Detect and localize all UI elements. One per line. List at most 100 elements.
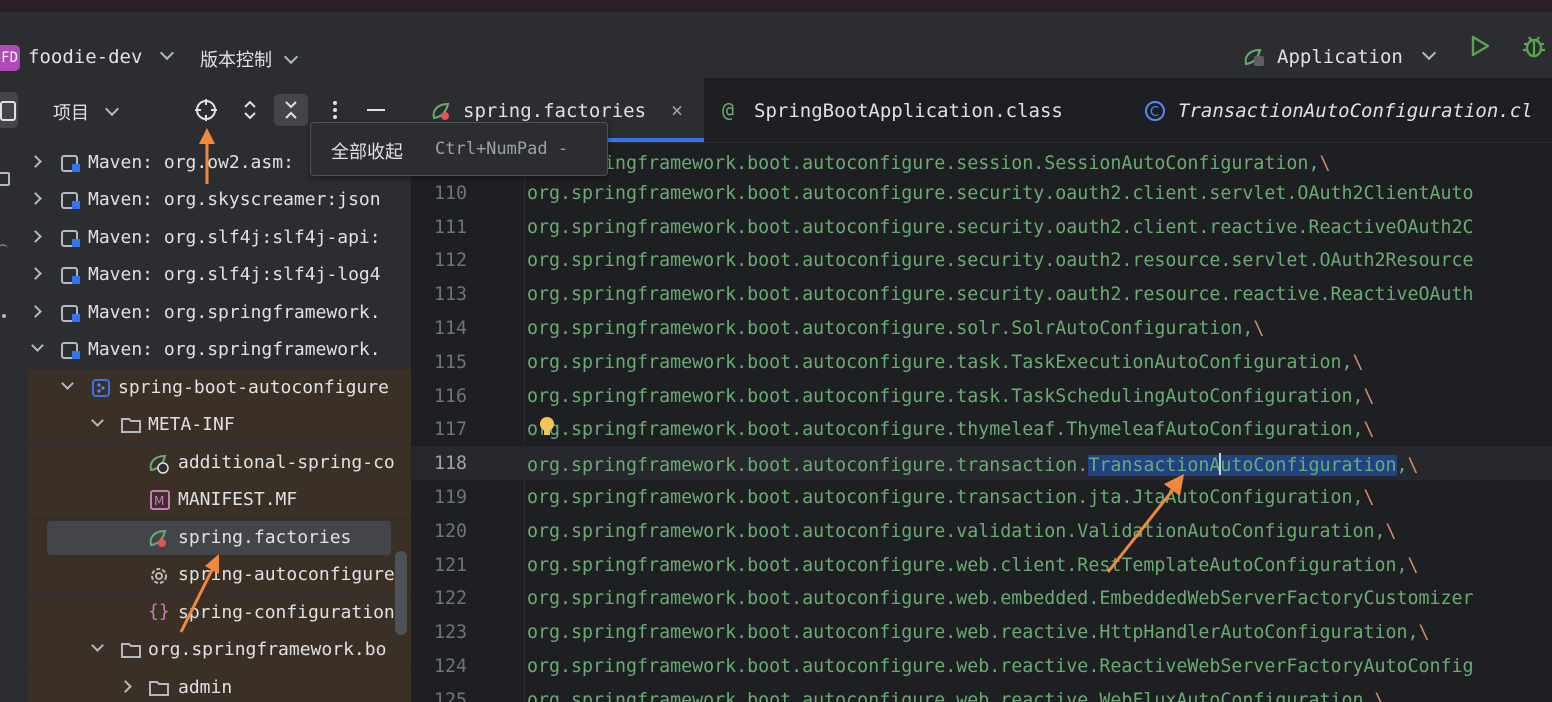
vcs-label: 版本控制 [200,50,272,71]
code-line[interactable]: 117 org.springframework.boot.autoconfigur… [411,412,1552,446]
code-line[interactable]: 118 org.springframework.boot.autoconfigur… [411,446,1552,481]
run-icon[interactable] [1468,34,1492,58]
library-icon [61,228,81,248]
project-badge[interactable]: FD [0,45,20,71]
tree-item-admin[interactable]: admin [28,670,411,702]
code-line[interactable]: 115 org.springframework.boot.autoconfigur… [411,345,1552,379]
tree-item-spring-boot-autoconfigure[interactable]: spring-boot-autoconfigure [28,370,411,407]
project-switcher[interactable]: foodie-dev [28,45,174,68]
line-number: 112 [433,250,467,272]
svg-text:M: M [154,494,164,508]
debug-icon[interactable] [1520,32,1548,60]
run-configuration-selector[interactable]: Application [1244,45,1437,68]
tree-item-spring-configuration-metadata[interactable]: {} spring-configuration [28,595,411,632]
tooltip-label: 全部收起 [331,142,403,163]
tree-item-label: spring-autoconfigure [178,564,395,585]
code-line[interactable]: 114 org.springframework.boot.autoconfigur… [411,311,1552,345]
gear-icon [148,565,168,585]
code-text: org.springframework.boot.autoconfigure.t… [527,419,1375,440]
tree-item-label: spring-configuration [178,602,395,623]
code-line[interactable]: 113 org.springframework.boot.autoconfigur… [411,277,1552,311]
tooltip-shortcut: Ctrl+NumPad - [435,139,569,159]
line-continuation: \ [1363,385,1375,407]
tree-item-maven-springframework-2[interactable]: Maven: org.springframework. [28,332,411,369]
tree-item-spring-factories[interactable]: spring.factories [28,520,411,557]
code-line[interactable]: 121 org.springframework.boot.autoconfigur… [411,548,1552,582]
code-segment: org.springframework.boot.autoconfigure.v… [527,520,1386,542]
tab-transactionautoconfiguration[interactable]: C TransactionAutoConfiguration.cl [1124,78,1552,142]
close-icon[interactable]: × [671,98,683,122]
code-text: org.springframework.boot.autoconfigure.t… [527,352,1363,373]
more-tools-icon[interactable] [0,306,20,326]
more-vertical-icon [333,101,337,119]
spring-tool-icon[interactable] [0,240,20,260]
code-line[interactable]: 120 org.springframework.boot.autoconfigur… [411,514,1552,548]
tree-item-label: Maven: org.ow2.asm: [88,152,294,173]
lightbulb-icon[interactable] [538,416,556,438]
project-tool-icon[interactable] [0,92,18,128]
tree-item-spring-autoconfigure-metadata[interactable]: spring-autoconfigure [28,557,411,594]
line-number: 125 [433,689,467,702]
line-number: 116 [433,385,467,407]
code-line[interactable]: 122 org.springframework.boot.autoconfigur… [411,581,1552,615]
code-text: org.springframework.boot.autoconfigure.w… [527,622,1430,643]
code-line[interactable]: 112 org.springframework.boot.autoconfigur… [411,243,1552,277]
chevron-right-icon [29,192,42,205]
tab-label: spring.factories [463,100,647,122]
code-segment: org.springframework.boot.autoconfigure.t… [527,487,1364,508]
tree-item-maven-slf4j-log4[interactable]: Maven: org.slf4j:slf4j-log4 [28,257,411,294]
tree-item-org-springframework-boot[interactable]: org.springframework.bo [28,632,411,669]
vcs-menu[interactable]: 版本控制 [200,46,298,72]
code-segment: org.springframework.boot.autoconfigure.s… [527,250,1474,272]
code-text: org.springframework.boot.autoconfigure.w… [527,555,1419,576]
collapse-all-button[interactable] [274,94,308,126]
chevron-right-icon [29,305,42,318]
tree-item-maven-slf4j-api[interactable]: Maven: org.slf4j:slf4j-api: [28,220,411,257]
library-icon [61,303,81,323]
folder-icon [120,640,141,660]
code-line[interactable]: 123 org.springframework.boot.autoconfigur… [411,615,1552,649]
tree-item-maven-springframework-1[interactable]: Maven: org.springframework. [28,295,411,332]
folder-icon [120,415,141,435]
select-opened-file-button[interactable] [189,94,223,126]
line-continuation: \ [1253,318,1265,339]
line-continuation: \ [1363,487,1375,508]
tab-springbootapplication[interactable]: @ SpringBootApplication.class [704,78,1124,142]
code-segment: org.springframework.boot.autoconfigure.w… [527,588,1474,610]
code-segment: org.springframework.boot.autoconfigure.w… [527,689,1375,702]
spring-factories-icon [432,102,450,120]
code-line[interactable]: 110 org.springframework.boot.autoconfigur… [411,176,1552,210]
line-continuation: \ [1418,622,1430,644]
code-text: org.springframework.boot.autoconfigure.w… [527,690,1386,702]
line-continuation: \ [1352,351,1364,373]
line-number: 110 [433,182,467,204]
code-segment: org.springframework.boot.autoconfigure.t… [527,385,1364,407]
line-number: 124 [433,656,467,677]
code-text: org.springframework.boot.autoconfigure.s… [527,183,1474,204]
code-line[interactable]: 111 org.springframework.boot.autoconfigur… [411,210,1552,244]
code-text: org.springframework.boot.autoconfigure.w… [527,588,1474,609]
tree-item-meta-inf[interactable]: META-INF [28,407,411,444]
collapse-icon [285,101,297,119]
code-line[interactable]: 119 org.springframework.boot.autoconfigur… [411,480,1552,514]
code-segment: org.springframework.boot.autoconfigure.s… [527,318,1254,339]
code-line[interactable]: 124 org.springframework.boot.autoconfigur… [411,649,1552,683]
chevron-down-icon [91,414,104,427]
code-text: org.springframework.boot.autoconfigure.t… [527,453,1419,477]
line-number: 113 [433,284,467,306]
expand-all-button[interactable] [233,94,267,126]
tree-item-manifest[interactable]: M MANIFEST.MF [28,482,411,519]
code-line[interactable]: 125 org.springframework.boot.autoconfigur… [411,683,1552,702]
tree-item-additional-spring-config[interactable]: additional-spring-co [28,445,411,482]
chevron-right-icon [119,680,132,693]
tree-item-label: MANIFEST.MF [178,489,298,510]
line-continuation: \ [1374,689,1386,702]
tree-scrollbar[interactable] [395,551,407,635]
code-line[interactable]: 116 org.springframework.boot.autoconfigur… [411,379,1552,413]
svg-text:C: C [1150,105,1159,120]
tree-item-maven-skyscreamer[interactable]: Maven: org.skyscreamer:json [28,182,411,219]
commit-tool-icon[interactable] [0,168,20,188]
tree-item-label: META-INF [148,414,235,435]
spring-config-icon [148,453,169,474]
project-view-selector[interactable]: 项目 [53,99,119,125]
